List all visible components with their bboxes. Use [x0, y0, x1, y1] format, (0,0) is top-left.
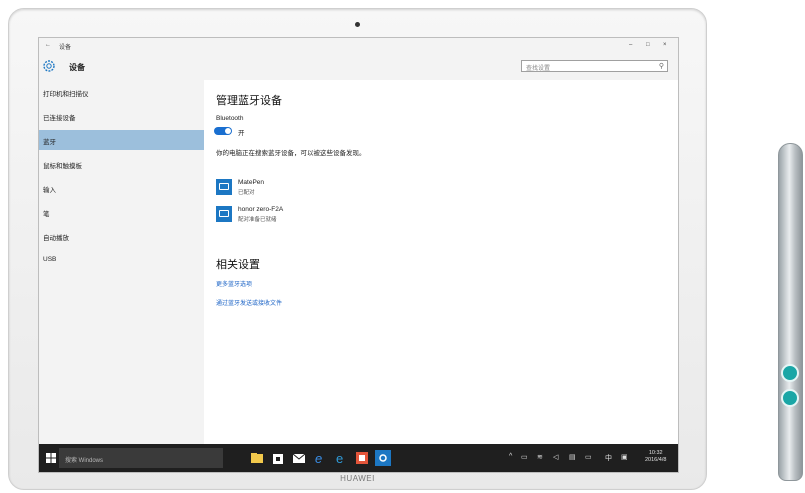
toggle-state-label: 开: [238, 130, 245, 137]
edge-icon[interactable]: e: [312, 450, 328, 466]
taskbar-search-placeholder: 搜索 Windows: [65, 458, 104, 464]
sidebar-item-pen[interactable]: 笔: [39, 202, 204, 222]
sidebar-item-printers[interactable]: 打印机和扫描仪: [39, 82, 204, 102]
search-icon[interactable]: ⚲: [659, 62, 664, 70]
stylus-pen: [778, 143, 803, 481]
close-button[interactable]: ×: [663, 42, 667, 48]
pen-button-upper: [781, 364, 799, 382]
file-explorer-icon[interactable]: [249, 450, 265, 466]
sidebar-item-autoplay[interactable]: 自动播放: [39, 226, 204, 246]
keyboard-device-icon: [216, 179, 232, 195]
section-title-bluetooth: 管理蓝牙设备: [216, 95, 282, 107]
page-title: 设备: [69, 63, 85, 72]
sidebar-item-bluetooth[interactable]: 蓝牙: [39, 130, 204, 150]
sidebar-item-label: 自动播放: [43, 235, 69, 242]
link-more-bluetooth-options[interactable]: 更多蓝牙选项: [216, 279, 252, 288]
office-icon[interactable]: [354, 450, 370, 466]
battery-icon[interactable]: ▭: [521, 453, 528, 461]
clock-date: 2016/4/8: [645, 457, 667, 463]
svg-text:e: e: [336, 451, 343, 466]
taskbar-clock[interactable]: 10:32 2016/4/8: [645, 450, 666, 464]
clock-time: 10:32: [648, 450, 663, 456]
sidebar-item-input[interactable]: 输入: [39, 178, 204, 198]
store-icon[interactable]: [270, 450, 286, 466]
search-placeholder: 查找设置: [526, 66, 551, 72]
window-app-name: 设备: [59, 45, 72, 51]
settings-header: 设备 查找设置 ⚲: [39, 54, 678, 80]
sidebar-item-mouse-touchpad[interactable]: 鼠标和触摸板: [39, 154, 204, 174]
main-content: 管理蓝牙设备 Bluetooth 开 你的电脑正在搜索蓝牙设备，可以被这些设备发…: [204, 80, 678, 444]
sidebar-item-label: 笔: [43, 211, 50, 218]
window-titlebar: ← 设备 – □ ×: [39, 38, 678, 54]
network-icon[interactable]: ≋: [537, 453, 543, 461]
device-name[interactable]: MatePen: [238, 179, 264, 186]
gear-icon: [43, 60, 55, 72]
sidebar-item-label: 打印机和扫描仪: [43, 91, 89, 98]
svg-text:e: e: [315, 451, 322, 466]
sidebar-item-connected-devices[interactable]: 已连接设备: [39, 106, 204, 126]
settings-icon[interactable]: [375, 450, 391, 466]
discovery-note: 你的电脑正在搜索蓝牙设备，可以被这些设备发现。: [216, 150, 366, 157]
sidebar-item-label: USB: [43, 256, 57, 263]
toggle-knob: [225, 128, 231, 134]
back-button[interactable]: ←: [45, 42, 51, 48]
maximize-button[interactable]: □: [646, 42, 650, 48]
device-status: 配对准备已就绪: [238, 217, 277, 223]
notification-icon[interactable]: ▣: [621, 453, 628, 461]
front-camera: [355, 22, 360, 27]
sidebar-item-label: 已连接设备: [43, 115, 76, 122]
screen: ← 设备 – □ × 设备 查找设置 ⚲ 打印机和扫描仪 已连接设备 蓝牙 鼠标…: [38, 37, 679, 473]
ime-indicator[interactable]: 中: [605, 453, 612, 463]
volume-icon[interactable]: ◁: [553, 453, 558, 461]
sidebar: 打印机和扫描仪 已连接设备 蓝牙 鼠标和触摸板 输入 笔 自动播放 USB: [39, 80, 204, 444]
sidebar-item-label: 鼠标和触摸板: [43, 163, 82, 170]
sidebar-item-label: 蓝牙: [43, 139, 56, 146]
minimize-button[interactable]: –: [629, 42, 632, 48]
keyboard-icon[interactable]: ▭: [585, 453, 592, 461]
link-send-receive-files[interactable]: 通过蓝牙发送或接收文件: [216, 298, 282, 307]
windows-start-icon[interactable]: [46, 453, 56, 463]
pen-button-lower: [781, 389, 799, 407]
computer-device-icon: [216, 206, 232, 222]
taskbar-search-input[interactable]: 搜索 Windows: [59, 448, 223, 468]
tray-expand-icon[interactable]: ^: [509, 453, 512, 460]
brand-logo: HUAWEI: [340, 474, 375, 483]
search-input[interactable]: 查找设置 ⚲: [521, 60, 668, 72]
ie-icon[interactable]: e: [333, 450, 349, 466]
bluetooth-label: Bluetooth: [216, 115, 244, 122]
mail-icon[interactable]: [291, 450, 307, 466]
device-status: 已配对: [238, 190, 255, 196]
section-title-related: 相关设置: [216, 259, 260, 271]
action-center-icon[interactable]: ▤: [569, 453, 576, 461]
sidebar-item-label: 输入: [43, 187, 56, 194]
taskbar: 搜索 Windows e e ^ ▭ ≋ ◁ ▤ ▭ 中 ▣ 10:32 201…: [39, 444, 678, 472]
bluetooth-toggle[interactable]: [214, 127, 232, 135]
sidebar-item-usb[interactable]: USB: [39, 250, 204, 270]
device-name[interactable]: honor zero-F2A: [238, 206, 283, 213]
